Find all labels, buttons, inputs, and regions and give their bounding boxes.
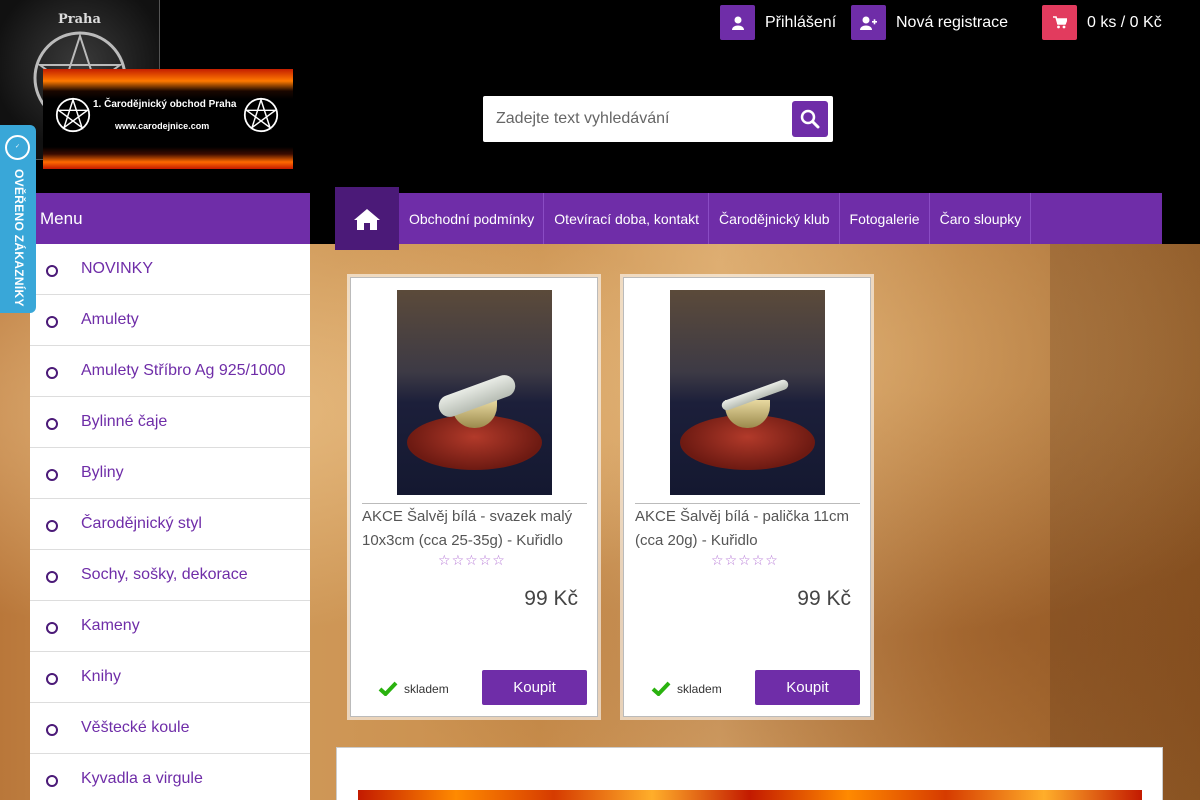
bullet-circle-icon: [46, 367, 58, 379]
bullet-circle-icon: [46, 622, 58, 634]
sidebar-item-amulety[interactable]: Amulety: [30, 295, 310, 346]
bullet-circle-icon: [46, 265, 58, 277]
search-bar: [483, 96, 833, 142]
sidebar-item-label: Kameny: [81, 617, 140, 634]
star-empty-icon: ☆: [451, 552, 465, 568]
product-image[interactable]: [397, 290, 552, 495]
stock-label: skladem: [404, 681, 449, 696]
bullet-circle-icon: [46, 724, 58, 736]
user-plus-icon: [851, 5, 886, 40]
verified-seal-icon: ✓: [5, 135, 30, 160]
star-empty-icon: ☆: [711, 552, 724, 568]
search-icon: [800, 109, 820, 129]
product-card: AKCE Šalvěj bílá - svazek malý 10x3cm (c…: [350, 277, 598, 717]
banner-url: www.carodejnice.com: [115, 121, 210, 131]
sidebar-item-label: NOVINKY: [81, 260, 154, 277]
product-price: 99 Kč: [524, 587, 578, 610]
verified-badge-text: OVĚŘENO ZÁKAZNÍKY: [12, 169, 26, 307]
stock-status: skladem: [651, 681, 722, 696]
star-empty-icon: ☆: [765, 552, 778, 568]
rating-stars: ☆ ☆ ☆ ☆ ☆: [438, 552, 505, 569]
sidebar-item-label: Kyvadla a virgule: [81, 770, 203, 787]
category-menu: NOVINKY Amulety Amulety Stříbro Ag 925/1…: [30, 244, 310, 800]
star-empty-icon: ☆: [465, 552, 478, 568]
star-empty-icon: ☆: [724, 552, 738, 568]
sidebar-item-label: Amulety Stříbro Ag 925/1000: [81, 362, 286, 379]
sidebar-item-carodejnicky-styl[interactable]: Čarodějnický styl: [30, 499, 310, 550]
register-button[interactable]: Nová registrace: [851, 5, 1008, 40]
sidebar-item-byliny[interactable]: Byliny: [30, 448, 310, 499]
buy-button[interactable]: Koupit: [482, 670, 587, 705]
checkmark-icon: [378, 681, 398, 696]
bullet-circle-icon: [46, 775, 58, 787]
menu-heading: Menu: [30, 193, 310, 244]
content-box: [336, 747, 1163, 800]
divider: [635, 503, 860, 504]
sidebar-item-label: Sochy, sošky, dekorace: [81, 566, 248, 583]
divider: [362, 503, 587, 504]
sidebar-item-label: Bylinné čaje: [81, 413, 168, 430]
search-input[interactable]: [483, 96, 783, 142]
shop-banner[interactable]: 1. Čarodějnický obchod Praha www.carodej…: [43, 69, 293, 169]
product-title[interactable]: AKCE Šalvěj bílá - svazek malý 10x3cm (c…: [362, 505, 587, 553]
sidebar-item-vestecke-koule[interactable]: Věštecké koule: [30, 703, 310, 754]
bullet-circle-icon: [46, 673, 58, 685]
sidebar-item-label: Byliny: [81, 464, 124, 481]
sidebar-item-sochy[interactable]: Sochy, sošky, dekorace: [30, 550, 310, 601]
user-icon: [720, 5, 755, 40]
nav-item-carodejnicky-klub[interactable]: Čarodějnický klub: [709, 193, 840, 244]
search-button[interactable]: [792, 101, 828, 137]
main-navigation: Obchodní podmínky Otevírací doba, kontak…: [335, 187, 1162, 250]
fire-banner-image: [358, 790, 1142, 800]
nav-item-fotogalerie[interactable]: Fotogalerie: [840, 193, 930, 244]
login-label: Přihlášení: [765, 13, 837, 31]
star-empty-icon: ☆: [738, 552, 751, 568]
sidebar-item-label: Čarodějnický styl: [81, 515, 202, 532]
bullet-circle-icon: [46, 316, 58, 328]
nav-item-caro-sloupky[interactable]: Čaro sloupky: [930, 193, 1032, 244]
rating-stars: ☆ ☆ ☆ ☆ ☆: [711, 552, 778, 569]
sidebar-item-amulety-stribro[interactable]: Amulety Stříbro Ag 925/1000: [30, 346, 310, 397]
sidebar-item-knihy[interactable]: Knihy: [30, 652, 310, 703]
stock-label: skladem: [677, 681, 722, 696]
home-button[interactable]: [335, 187, 399, 250]
product-card: AKCE Šalvěj bílá - palička 11cm (cca 20g…: [623, 277, 871, 717]
cart-button[interactable]: 0 ks / 0 Kč: [1042, 5, 1162, 40]
banner-title: 1. Čarodějnický obchod Praha: [93, 99, 237, 110]
star-empty-icon: ☆: [478, 552, 492, 568]
sidebar-item-label: Amulety: [81, 311, 139, 328]
register-label: Nová registrace: [896, 13, 1009, 31]
sidebar-item-label: Věštecké koule: [81, 719, 190, 736]
cart-summary: 0 ks / 0 Kč: [1087, 13, 1162, 31]
sidebar-item-bylinne-caje[interactable]: Bylinné čaje: [30, 397, 310, 448]
star-empty-icon: ☆: [492, 552, 505, 568]
stock-status: skladem: [378, 681, 449, 696]
sidebar-item-kyvadla[interactable]: Kyvadla a virgule: [30, 754, 310, 800]
buy-button[interactable]: Koupit: [755, 670, 860, 705]
bullet-circle-icon: [46, 469, 58, 481]
sidebar-item-novinky[interactable]: NOVINKY: [30, 244, 310, 295]
product-title[interactable]: AKCE Šalvěj bílá - palička 11cm (cca 20g…: [635, 505, 860, 553]
verified-by-customers-badge[interactable]: ✓ OVĚŘENO ZÁKAZNÍKY: [0, 125, 36, 313]
star-empty-icon: ☆: [438, 552, 451, 568]
sidebar-item-label: Knihy: [81, 668, 122, 685]
shopping-cart-icon: [1042, 5, 1077, 40]
bullet-circle-icon: [46, 418, 58, 430]
product-price: 99 Kč: [797, 587, 851, 610]
home-icon: [354, 208, 380, 230]
bullet-circle-icon: [46, 571, 58, 583]
nav-item-oteviraci-doba[interactable]: Otevírací doba, kontakt: [544, 193, 710, 244]
pentagram-icon: [55, 97, 91, 133]
pentagram-icon: [243, 97, 279, 133]
bullet-circle-icon: [46, 520, 58, 532]
login-button[interactable]: Přihlášení: [720, 5, 836, 40]
product-image[interactable]: [670, 290, 825, 495]
checkmark-icon: [651, 681, 671, 696]
sidebar-item-kameny[interactable]: Kameny: [30, 601, 310, 652]
nav-item-obchodni-podminky[interactable]: Obchodní podmínky: [399, 193, 545, 244]
star-empty-icon: ☆: [751, 552, 765, 568]
logo-city-text: Praha: [58, 12, 101, 27]
